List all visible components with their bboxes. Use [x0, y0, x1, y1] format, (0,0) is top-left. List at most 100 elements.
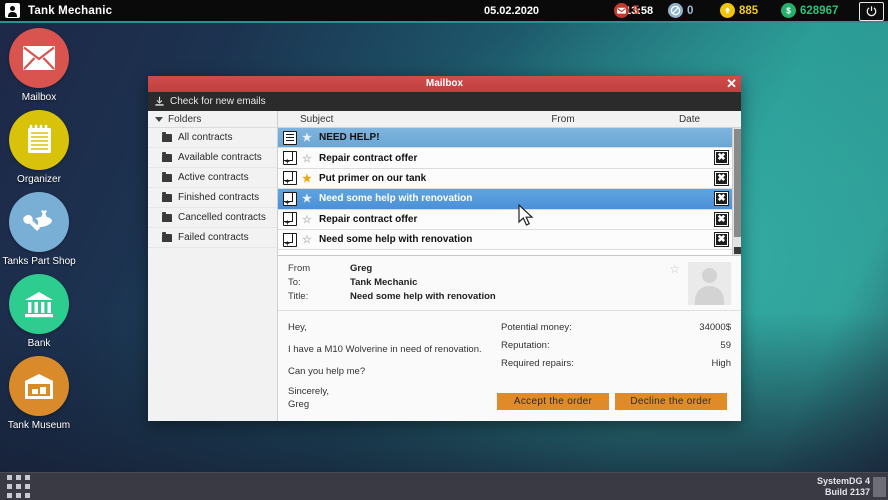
folder-label: Cancelled contracts — [178, 212, 266, 223]
star-icon[interactable]: ☆ — [302, 152, 314, 165]
mail-detail-body: Hey, I have a M10 Wolverine in need of r… — [278, 311, 741, 410]
folder-item-active-contracts[interactable]: Active contracts — [148, 168, 277, 188]
folder-item-cancelled-contracts[interactable]: Cancelled contracts — [148, 208, 277, 228]
desktop-label-mailbox: Mailbox — [21, 92, 57, 103]
window-body: Folders All contracts Available contract… — [148, 111, 741, 421]
folders-header-label: Folders — [168, 113, 202, 125]
desktop-item-tank-museum[interactable]: Tank Museum — [0, 356, 78, 431]
folder-icon — [162, 171, 172, 182]
mail-list-wrapper: ★ NEED HELP! ☆ Repair contract offer ✖ ★ — [278, 128, 741, 256]
user-icon — [5, 3, 20, 18]
desktop-label-bank: Bank — [27, 338, 51, 349]
star-icon[interactable]: ★ — [302, 131, 314, 144]
mail-detail-pane: From Greg To: Tank Mechanic Title: Need … — [278, 256, 741, 421]
fact-value: 34000$ — [699, 322, 731, 333]
folder-label: Available contracts — [178, 152, 262, 163]
avatar — [688, 262, 731, 305]
folder-icon — [162, 211, 172, 222]
mail-subject: NEED HELP! — [319, 132, 380, 144]
mail-list: ★ NEED HELP! ☆ Repair contract offer ✖ ★ — [278, 128, 732, 255]
stat-money[interactable]: $ 628967 — [781, 3, 838, 18]
stat-mail[interactable]: 5 — [614, 3, 639, 18]
power-icon — [866, 6, 877, 17]
no-entry-icon — [668, 3, 683, 18]
window-title-text: Mailbox — [425, 78, 464, 89]
mouse-cursor — [518, 204, 534, 226]
fact-value: 59 — [720, 340, 731, 351]
stat-banned[interactable]: 0 — [668, 3, 693, 18]
folder-item-all-contracts[interactable]: All contracts — [148, 128, 277, 148]
table-row[interactable]: ★ Put primer on our tank ✖ — [278, 168, 732, 190]
fact-value: High — [711, 358, 731, 369]
column-header-subject[interactable]: Subject — [278, 114, 488, 125]
desktop-screen: Tank Mechanic 05.02.2020 13:58 5 0 885 $ — [0, 0, 888, 500]
mail-subject: Need some help with renovation — [319, 193, 473, 205]
fact-label: Required repairs: — [501, 358, 574, 369]
desktop-item-mailbox[interactable]: Mailbox — [0, 28, 78, 103]
decline-order-button[interactable]: Decline the order — [615, 393, 727, 410]
mail-list-header: Subject From Date — [278, 111, 741, 128]
check-for-new-emails-button[interactable]: Check for new emails — [170, 96, 266, 107]
accept-order-button[interactable]: Accept the order — [497, 393, 609, 410]
desktop-item-bank[interactable]: Bank — [0, 274, 78, 349]
folder-label: Active contracts — [178, 172, 249, 183]
system-date: 05.02.2020 — [484, 4, 540, 17]
mail-from-value: Greg — [350, 263, 373, 274]
delete-mail-button[interactable]: ✖ — [715, 192, 728, 206]
mail-list-scrollbar[interactable] — [732, 128, 741, 255]
contract-icon — [283, 191, 297, 207]
app-grid-icon[interactable] — [7, 475, 30, 498]
window-title-bar[interactable]: Mailbox ✕ — [148, 76, 741, 92]
delete-mail-button[interactable]: ✖ — [715, 171, 728, 185]
delete-mail-button[interactable]: ✖ — [715, 212, 728, 226]
contract-facts: Potential money: 34000$ Reputation: 59 R… — [493, 319, 731, 393]
column-header-from[interactable]: From — [488, 114, 638, 125]
desktop-label-tank-museum: Tank Museum — [7, 420, 71, 431]
taskbar-tray-block[interactable] — [873, 477, 886, 497]
mail-title-label: Title: — [288, 291, 309, 302]
star-icon[interactable]: ★ — [302, 172, 314, 185]
table-row[interactable]: ☆ Repair contract offer ✖ — [278, 148, 732, 169]
contract-icon — [283, 151, 297, 166]
mail-subject: Need some help with renovation — [319, 234, 473, 246]
folder-item-available-contracts[interactable]: Available contracts — [148, 148, 277, 168]
mail-body-line: Can you help me? — [288, 366, 366, 377]
stat-reputation[interactable]: 885 — [720, 3, 758, 18]
delete-mail-button[interactable]: ✖ — [715, 151, 728, 165]
table-row[interactable]: ☆ Need some help with renovation ✖ — [278, 229, 732, 251]
bank-icon — [9, 274, 69, 334]
table-row[interactable]: ☆ Repair contract offer ✖ — [278, 209, 732, 230]
folders-header[interactable]: Folders — [148, 111, 277, 128]
star-icon[interactable]: ☆ — [302, 233, 314, 246]
folder-item-finished-contracts[interactable]: Finished contracts — [148, 188, 277, 208]
museum-icon — [9, 356, 69, 416]
download-icon — [155, 96, 164, 106]
taskbar: SystemDG 4 Build 2137 — [0, 472, 888, 500]
power-button[interactable] — [859, 2, 884, 21]
table-row[interactable]: ★ Need some help with renovation ✖ — [278, 189, 732, 210]
stat-mail-value: 5 — [633, 4, 640, 17]
mail-title-value: Need some help with renovation — [350, 291, 496, 302]
mail-body-line: Hey, — [288, 322, 307, 333]
mail-subject: Put primer on our tank — [319, 172, 427, 184]
fact-label: Potential money: — [501, 322, 572, 333]
star-outline-icon[interactable]: ☆ — [669, 262, 680, 276]
star-icon[interactable]: ☆ — [302, 213, 314, 226]
scrollbar-down-button[interactable] — [734, 247, 741, 254]
star-icon[interactable]: ★ — [302, 192, 314, 205]
fact-label: Reputation: — [501, 340, 550, 351]
mail-message-text: Hey, I have a M10 Wolverine in need of r… — [288, 319, 493, 410]
folder-icon — [162, 231, 172, 242]
folder-icon — [162, 191, 172, 202]
scrollbar-thumb[interactable] — [734, 129, 741, 237]
delete-mail-button[interactable]: ✖ — [715, 232, 728, 246]
mail-to-label: To: — [288, 277, 301, 288]
table-row[interactable]: ★ NEED HELP! — [278, 128, 732, 149]
folder-item-failed-contracts[interactable]: Failed contracts — [148, 228, 277, 248]
desktop-item-tanks-part-shop[interactable]: Tanks Part Shop — [0, 192, 78, 267]
desktop-item-organizer[interactable]: Organizer — [0, 110, 78, 185]
close-icon[interactable]: ✕ — [726, 76, 737, 92]
column-header-date[interactable]: Date — [638, 114, 741, 125]
fact-required-repairs: Required repairs: High — [501, 355, 731, 373]
top-status-bar: Tank Mechanic 05.02.2020 13:58 5 0 885 $ — [0, 0, 888, 23]
